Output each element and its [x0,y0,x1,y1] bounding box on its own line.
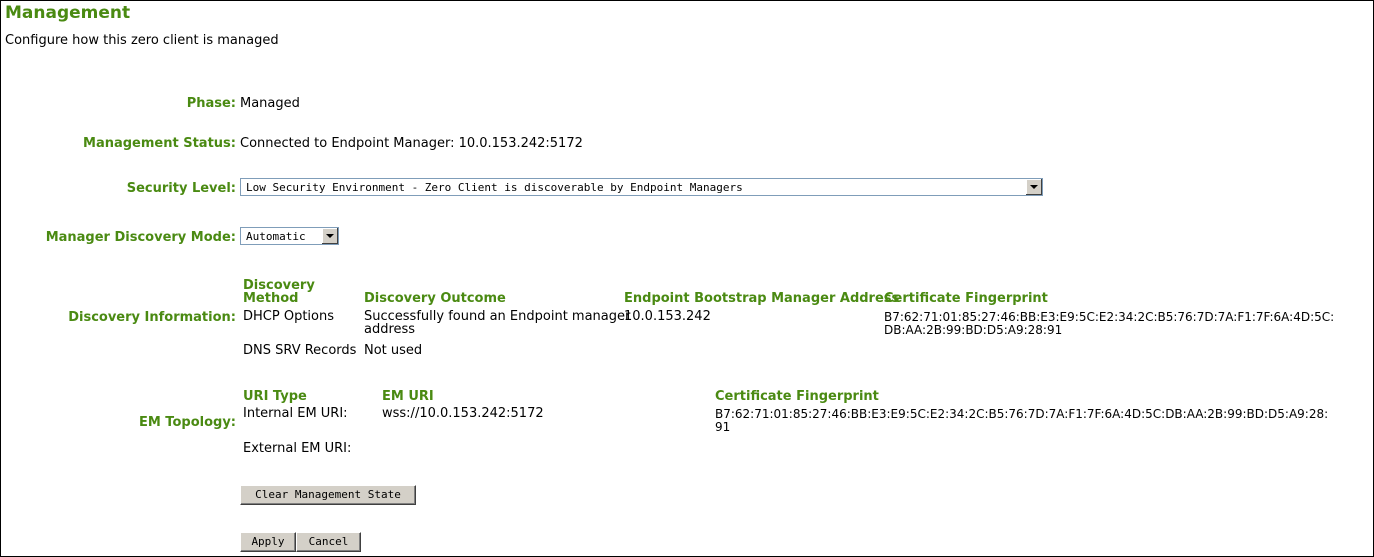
security-level-select[interactable]: Low Security Environment - Zero Client i… [240,178,1043,196]
page-subtitle: Configure how this zero client is manage… [5,33,279,48]
management-status-label: Management Status: [83,136,236,151]
chevron-down-icon[interactable] [321,228,338,244]
table-row-outcome: Not used [364,343,423,358]
security-level-label: Security Level: [126,181,236,196]
phase-value: Managed [240,96,300,111]
management-status-value: Connected to Endpoint Manager: 10.0.153.… [240,136,583,151]
discovery-mode-selected: Automatic [246,230,306,243]
discovery-mode-select[interactable]: Automatic [240,227,339,245]
table-row-outcome: Successfully found an Endpoint manager a… [364,309,631,337]
page-title: Management [5,3,131,23]
table-row-uri-type: External EM URI: [243,441,352,456]
security-level-selected: Low Security Environment - Zero Client i… [246,181,743,194]
chevron-down-icon[interactable] [1025,179,1042,195]
discovery-info-label: Discovery Information: [68,310,236,325]
topology-fingerprint-header: Certificate Fingerprint [715,389,879,404]
cancel-button[interactable]: Cancel [296,532,361,552]
phase-label: Phase: [186,96,236,111]
table-row-address: 10.0.153.242 [624,309,711,324]
discovery-outcome-header: Discovery Outcome [364,291,506,306]
clear-management-state-button[interactable]: Clear Management State [240,485,416,505]
em-uri-header: EM URI [382,389,434,404]
apply-button[interactable]: Apply [240,532,296,552]
table-row-method: DHCP Options [243,309,334,324]
discovery-method-header: Discovery Method [243,278,315,306]
table-row-em-uri: wss://10.0.153.242:5172 [382,406,544,421]
table-row-fingerprint: B7:62:71:01:85:27:46:BB:E3:E9:5C:E2:34:2… [884,310,1335,337]
bootstrap-address-header: Endpoint Bootstrap Manager Address [624,291,900,306]
page-frame [0,0,1374,557]
table-row-topology-fingerprint: B7:62:71:01:85:27:46:BB:E3:E9:5C:E2:34:2… [715,407,1329,434]
uri-type-header: URI Type [243,389,307,404]
em-topology-label: EM Topology: [138,415,236,430]
discovery-mode-label: Manager Discovery Mode: [45,230,236,245]
certificate-fingerprint-header: Certificate Fingerprint [884,291,1048,306]
table-row-method: DNS SRV Records [243,343,357,358]
table-row-uri-type: Internal EM URI: [243,406,348,421]
